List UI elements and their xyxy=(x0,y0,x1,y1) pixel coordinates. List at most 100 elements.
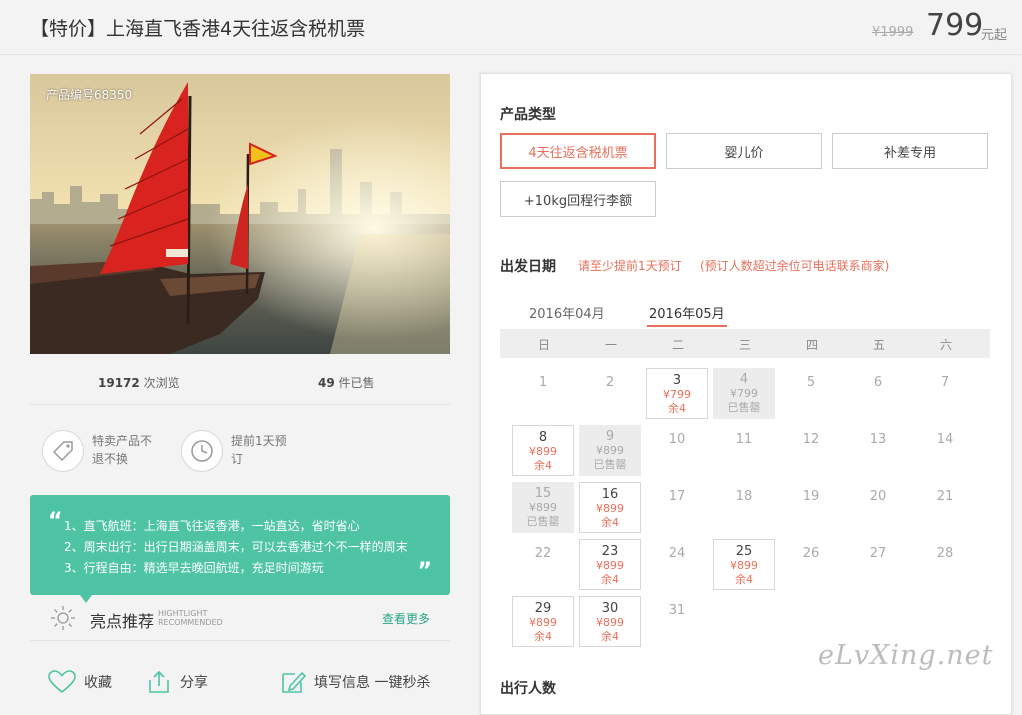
day-number: 26 xyxy=(802,546,820,561)
calendar-day-16[interactable]: 16 ¥899 余4 xyxy=(579,482,641,533)
original-price: ¥1999 xyxy=(872,25,914,40)
highlights-title: 亮点推荐 xyxy=(90,612,155,631)
share-button[interactable]: 分享 xyxy=(146,670,208,694)
calendar-day-27: 27 xyxy=(847,539,909,590)
day-number: 20 xyxy=(869,489,887,504)
day-number: 3 xyxy=(672,373,682,388)
day-number: 12 xyxy=(802,432,820,447)
day-number: 9 xyxy=(605,429,615,444)
view-more-link[interactable]: 查看更多 xyxy=(382,610,430,627)
weekday-label: 六 xyxy=(939,338,952,352)
day-price: ¥799 xyxy=(730,387,758,400)
day-number: 8 xyxy=(538,430,548,445)
day-number: 25 xyxy=(735,544,753,559)
share-icon xyxy=(149,670,169,693)
calendar-day-6: 6 xyxy=(847,368,909,419)
calendar-day-8[interactable]: 8 ¥899 余4 xyxy=(512,425,574,476)
day-number: 18 xyxy=(735,489,753,504)
quote-close-icon: ” xyxy=(417,559,432,584)
day-remaining: 余4 xyxy=(668,402,686,415)
type-option-extra-luggage[interactable]: +10kg回程行李额 xyxy=(500,181,656,217)
calendar-day-23[interactable]: 23 ¥899 余4 xyxy=(579,539,641,590)
highlights-box: “ 1、直飞航班：上海直飞往返香港，一站直达，省时省心 2、周末出行：出行日期涵… xyxy=(30,495,450,595)
day-number: 17 xyxy=(668,489,686,504)
month-tab-april[interactable]: 2016年04月 xyxy=(529,303,605,322)
feature-advance-booking: 提前1天预订 xyxy=(231,434,287,466)
advance-booking-note: 请至少提前1天预订 xyxy=(578,259,682,273)
heart-icon xyxy=(48,670,76,694)
day-remaining: 已售罄 xyxy=(526,515,560,528)
stats-bar: 19172 次浏览 49 件已售 xyxy=(30,364,450,405)
calendar-day-1: 1 xyxy=(512,368,574,419)
views-count: 19172 xyxy=(98,376,140,390)
current-price: 799 xyxy=(926,8,984,43)
product-photo[interactable] xyxy=(30,74,450,354)
day-remaining: 已售罄 xyxy=(727,401,761,414)
day-price: ¥899 xyxy=(529,616,557,629)
contact-merchant-note: (预订人数超过余位可电话联系商家) xyxy=(700,259,890,273)
calendar-day-13: 13 xyxy=(847,425,909,476)
calendar-day-29[interactable]: 29 ¥899 余4 xyxy=(512,596,574,647)
calendar-day-4: 4 ¥799 已售罄 xyxy=(713,368,775,419)
type-option-infant[interactable]: 婴儿价 xyxy=(666,133,822,169)
product-title: 【特价】上海直飞香港4天往返含税机票 xyxy=(30,18,366,40)
day-price: ¥899 xyxy=(529,501,557,514)
day-remaining: 余4 xyxy=(534,630,552,643)
calendar-day-21: 21 xyxy=(914,482,976,533)
clock-icon xyxy=(181,430,223,472)
day-price: ¥899 xyxy=(596,444,624,457)
calendar-day-20: 20 xyxy=(847,482,909,533)
fill-info-button[interactable]: 填写信息 一键秒杀 xyxy=(280,670,430,694)
weekday-label: 五 xyxy=(872,338,885,352)
day-number: 14 xyxy=(936,432,954,447)
type-option-4day-ticket[interactable]: 4天往返含税机票 xyxy=(500,133,656,169)
day-remaining: 已售罄 xyxy=(593,458,627,471)
calendar-day-2: 2 xyxy=(579,368,641,419)
day-number: 27 xyxy=(869,546,887,561)
day-remaining: 余4 xyxy=(735,573,753,586)
day-price: ¥899 xyxy=(730,559,758,572)
calendar-day-14: 14 xyxy=(914,425,976,476)
day-number: 16 xyxy=(601,487,619,502)
calendar-day-5: 5 xyxy=(780,368,842,419)
highlights-tail xyxy=(80,595,92,603)
calendar-day-15: 15 ¥899 已售罄 xyxy=(512,482,574,533)
calendar-day-31: 31 xyxy=(646,596,708,647)
calendar-day-22: 22 xyxy=(512,539,574,590)
day-price: ¥899 xyxy=(596,502,624,515)
day-remaining: 余4 xyxy=(534,459,552,472)
lightbulb-icon xyxy=(51,606,75,630)
highlight-line-1: 1、直飞航班：上海直飞往返香港，一站直达，省时省心 xyxy=(64,519,360,533)
highlight-line-2: 2、周末出行：出行日期涵盖周末，可以去香港过个不一样的周末 xyxy=(64,540,408,554)
quote-open-icon: “ xyxy=(48,509,63,534)
active-month-indicator xyxy=(647,325,727,327)
feature-no-refund: 特卖产品不退不换 xyxy=(92,434,153,466)
day-number: 15 xyxy=(534,486,552,501)
day-price: ¥899 xyxy=(596,616,624,629)
share-label: 分享 xyxy=(180,675,208,691)
day-number: 21 xyxy=(936,489,954,504)
tag-icon xyxy=(42,430,84,472)
travelers-title: 出行人数 xyxy=(500,681,556,697)
sold-count: 49 xyxy=(318,376,335,390)
month-tab-may[interactable]: 2016年05月 xyxy=(649,303,725,322)
watermark: eLvXing.net xyxy=(818,640,994,671)
calendar-day-19: 19 xyxy=(780,482,842,533)
calendar-day-11: 11 xyxy=(713,425,775,476)
weekday-label: 日 xyxy=(537,338,550,352)
views-label: 次浏览 xyxy=(143,376,180,390)
junk-boat-image xyxy=(30,74,450,354)
day-number: 29 xyxy=(534,601,552,616)
calendar-day-25[interactable]: 25 ¥899 余4 xyxy=(713,539,775,590)
day-number: 1 xyxy=(538,375,548,390)
day-number: 13 xyxy=(869,432,887,447)
departure-date-title: 出发日期 xyxy=(500,259,556,275)
day-number: 28 xyxy=(936,546,954,561)
type-option-supplement[interactable]: 补差专用 xyxy=(832,133,988,169)
day-number: 24 xyxy=(668,546,686,561)
calendar-day-30[interactable]: 30 ¥899 余4 xyxy=(579,596,641,647)
favorite-button[interactable]: 收藏 xyxy=(48,670,112,694)
weekday-label: 四 xyxy=(805,338,818,352)
day-number: 31 xyxy=(668,603,686,618)
calendar-day-3[interactable]: 3 ¥799 余4 xyxy=(646,368,708,419)
